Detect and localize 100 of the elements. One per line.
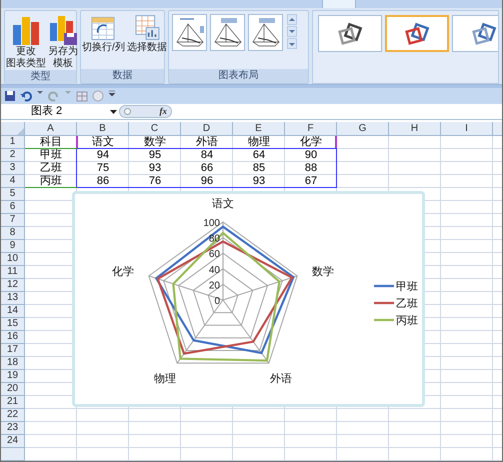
table-cell-text: 67: [304, 175, 318, 188]
table-cell-text: 物理: [247, 136, 271, 149]
axis-tick-label: 20: [208, 280, 220, 292]
function-button[interactable]: fx: [160, 104, 167, 118]
table-cell-text: 语文: [91, 136, 115, 149]
name-box[interactable]: 图表 2: [31, 103, 117, 120]
row-number[interactable]: 24: [1, 435, 25, 448]
category-label: 数学: [312, 266, 334, 278]
category-label: 外语: [270, 373, 292, 385]
row-number[interactable]: 15: [1, 318, 25, 331]
layout-thumbnail[interactable]: [172, 14, 207, 51]
category-label: 物理: [154, 373, 176, 385]
row-number[interactable]: 2: [1, 149, 25, 162]
table-cell-text: 93: [252, 175, 266, 188]
table-cell-text: 95: [148, 149, 162, 162]
table-cell-text: 外语: [195, 136, 219, 149]
layout-thumbnail[interactable]: [248, 14, 283, 51]
row-number[interactable]: 10: [1, 253, 25, 266]
row-number[interactable]: 1: [1, 136, 25, 149]
ribbon-button[interactable]: 另存为 模板: [47, 13, 79, 70]
table-cell-text: 甲班: [39, 149, 63, 162]
undo-icon[interactable]: [20, 90, 32, 102]
row-number[interactable]: 13: [1, 292, 25, 305]
table-cell-text: 科目: [39, 136, 63, 149]
chart-layout-icon: [212, 16, 243, 49]
row-number[interactable]: 23: [1, 422, 25, 435]
row-number[interactable]: 11: [1, 266, 25, 279]
row-number[interactable]: 17: [1, 344, 25, 357]
column-header[interactable]: F: [285, 122, 337, 136]
table-cell-text: 66: [200, 162, 214, 175]
scroll-down-icon[interactable]: [287, 26, 297, 37]
category-label: 化学: [112, 266, 134, 278]
column-header[interactable]: E: [233, 122, 285, 136]
row-number[interactable]: 14: [1, 305, 25, 318]
column-header[interactable]: H: [389, 122, 441, 136]
chart-disk-icon: [48, 13, 78, 46]
ribbon-button[interactable]: 选择数据: [126, 13, 168, 54]
circle-icon[interactable]: [124, 108, 131, 115]
column-header[interactable]: G: [337, 122, 389, 136]
row-number[interactable]: 9: [1, 240, 25, 253]
table-cell-text: 96: [200, 175, 214, 188]
legend-label: 乙班: [396, 298, 418, 310]
label-range-outline: [25, 148, 77, 188]
table-cell-text: 64: [252, 149, 266, 162]
column-header[interactable]: I: [441, 122, 493, 136]
group-label: 图表布局: [169, 69, 308, 83]
axis-tick-label: 40: [208, 264, 220, 276]
dropdown-icon[interactable]: [110, 110, 117, 114]
row-number[interactable]: 8: [1, 227, 25, 240]
more-icon[interactable]: [287, 38, 297, 49]
table-cell-text: 84: [200, 149, 214, 162]
group-label: 类型: [5, 70, 76, 84]
column-header[interactable]: A: [25, 122, 77, 136]
ribbon-button[interactable]: 切换行/列: [81, 13, 126, 54]
table-cell-text: 85: [252, 162, 266, 175]
table-cell-text: 化学: [299, 136, 323, 149]
table-cell-text: 数学: [143, 136, 167, 149]
column-header[interactable]: B: [77, 122, 129, 136]
axis-tick-label: 0: [214, 296, 220, 307]
chart-style-option[interactable]: [318, 15, 382, 52]
category-label: 语文: [212, 198, 234, 210]
chart-style-option[interactable]: [385, 15, 449, 52]
row-number[interactable]: 20: [1, 383, 25, 396]
table-cell-text: 丙班: [39, 175, 63, 188]
table-cell-text: 88: [304, 162, 318, 175]
row-number[interactable]: 16: [1, 331, 25, 344]
row-number[interactable]: 4: [1, 175, 25, 188]
chart-style-option[interactable]: [452, 15, 498, 52]
row-number[interactable]: 12: [1, 279, 25, 292]
scroll-up-icon[interactable]: [287, 14, 297, 25]
table-cell-text: 94: [96, 149, 110, 162]
ribbon-button[interactable]: 更改 图表类型: [5, 13, 47, 70]
column-header[interactable]: C: [129, 122, 181, 136]
table-cell-text: 93: [148, 162, 162, 175]
axis-tick-label: 100: [203, 218, 220, 229]
axis-tick-label: 60: [208, 249, 220, 260]
save-icon[interactable]: [4, 90, 16, 102]
table-cell-text: 75: [96, 162, 110, 175]
row-number[interactable]: 5: [1, 188, 25, 201]
row-number[interactable]: 18: [1, 357, 25, 370]
row-number[interactable]: 6: [1, 201, 25, 214]
row-number[interactable]: 22: [1, 409, 25, 422]
triangle-icon: [17, 128, 24, 135]
row-number[interactable]: 7: [1, 214, 25, 227]
group-label: 数据: [81, 69, 164, 83]
row-number[interactable]: 3: [1, 162, 25, 175]
table-icon[interactable]: [76, 90, 88, 102]
chart-layout-icon: [174, 16, 205, 49]
table-cell-text: 乙班: [39, 162, 63, 175]
name-box-value: 图表 2: [31, 104, 62, 120]
layout-thumbnail[interactable]: [210, 14, 245, 51]
table-cell-text: 76: [148, 175, 162, 188]
legend-label: 甲班: [396, 281, 418, 293]
row-number[interactable]: 19: [1, 370, 25, 383]
chart-layout-icon: [250, 16, 281, 49]
legend-label: 丙班: [396, 315, 418, 327]
row-number[interactable]: 21: [1, 396, 25, 409]
circle-icon[interactable]: [92, 90, 104, 102]
table-cell-text: 86: [96, 175, 110, 188]
column-header[interactable]: D: [181, 122, 233, 136]
